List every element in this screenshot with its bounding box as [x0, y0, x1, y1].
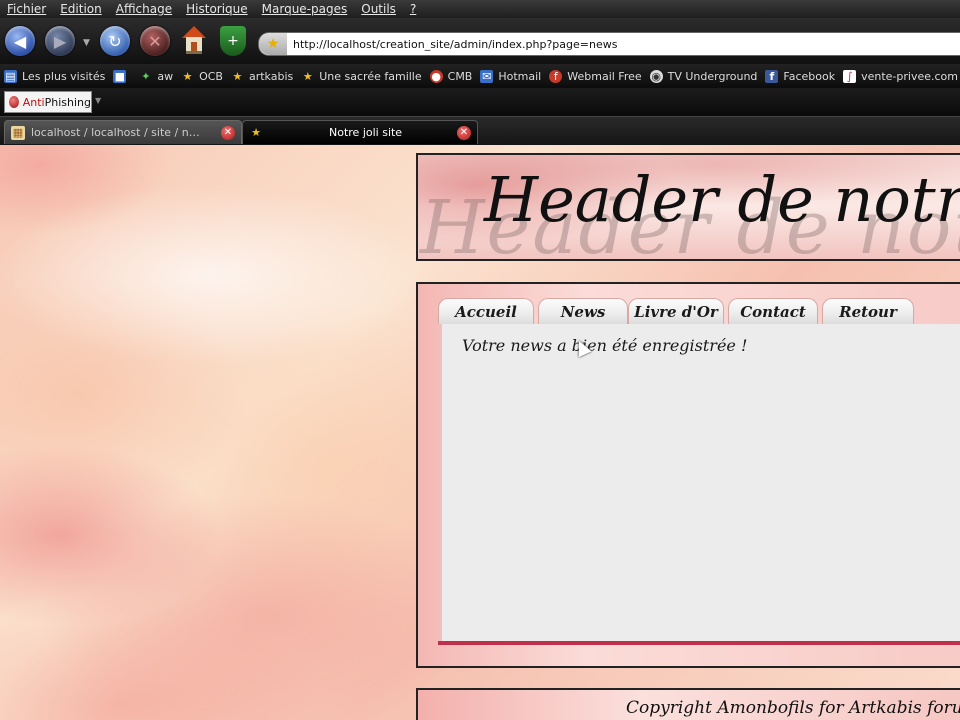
antiphishing-prefix: Anti [22, 95, 45, 109]
close-icon: ✕ [148, 31, 162, 51]
content-panel: Votre news a bien été enregistrée ! [438, 324, 960, 642]
bookmark-cmb[interactable]: ● CMB [429, 69, 472, 83]
home-button[interactable] [180, 24, 208, 56]
stop-button[interactable]: ✕ [140, 26, 170, 56]
arrow-left-icon: ◀ [13, 31, 27, 51]
hotmail-icon: ✉ [480, 69, 494, 83]
blue-square-icon: ■ [113, 69, 127, 83]
bookmark-une-sacree-famille[interactable]: ★ Une sacrée famille [301, 69, 422, 83]
facebook-icon: f [765, 69, 779, 83]
menu-bar: Fichier Edition Affichage Historique Mar… [0, 0, 960, 18]
status-message: Votre news a bien été enregistrée ! [462, 336, 748, 355]
nav-contact[interactable]: Contact [728, 298, 818, 324]
url-input[interactable]: http://localhost/creation_site/admin/ind… [293, 38, 617, 51]
bookmarks-toolbar: ▤ Les plus visités ■ ✦ aw ★ OCB ★ artkabis ★… [0, 64, 960, 88]
nav-livre-dor[interactable]: Livre d'Or [628, 298, 724, 324]
arrow-right-icon: ▶ [53, 31, 67, 51]
antiphishing-suffix: Phishing [44, 95, 91, 109]
bookmark-aw[interactable]: ✦ aw [139, 70, 173, 83]
bookmark-star-icon[interactable]: ★ [259, 33, 287, 55]
tab-localhost[interactable]: ▦ localhost / localhost / site / news | … [4, 120, 242, 144]
menu-affichage[interactable]: Affichage [116, 2, 172, 16]
menu-edition[interactable]: Edition [60, 2, 102, 16]
tab-title: Notre joli site [329, 126, 403, 139]
reload-icon: ↻ [108, 31, 122, 51]
bookmark-tv-underground[interactable]: ◉ TV Underground [649, 69, 757, 83]
red-logo-icon: ● [429, 69, 443, 83]
addon-toolbar: AntiPhishing ▼ [0, 88, 960, 116]
green-sparkle-icon: ✦ [141, 69, 151, 83]
bookmark-facebook[interactable]: f Facebook [765, 69, 835, 83]
bookmark-vente-privee[interactable]: ∫ vente-privee.com [843, 69, 958, 83]
tv-icon: ◉ [649, 69, 663, 83]
free-icon: f [549, 69, 563, 83]
web-page: Header de notre Header de notre Accueil … [0, 145, 960, 720]
reload-button[interactable]: ↻ [100, 26, 130, 56]
bookmark-blue-square[interactable]: ■ [113, 69, 131, 83]
star-favicon-icon: ★ [251, 125, 261, 139]
star-icon: ★ [302, 69, 313, 83]
vente-privee-icon: ∫ [843, 69, 857, 83]
nav-news[interactable]: News [538, 298, 628, 324]
address-bar[interactable]: ★ http://localhost/creation_site/admin/i… [258, 32, 960, 56]
menu-outils[interactable]: Outils [361, 2, 396, 16]
star-icon: ★ [182, 69, 193, 83]
footer-copyright: Copyright Amonbofils for Artkabis foruma… [626, 698, 960, 718]
forward-button[interactable]: ▶ [45, 26, 75, 56]
content-box: Accueil News Livre d'Or Contact Retour V… [416, 282, 960, 668]
phpmyadmin-favicon-icon: ▦ [11, 125, 25, 140]
close-tab-icon[interactable]: ✕ [221, 126, 235, 140]
bookmark-artkabis[interactable]: ★ artkabis [231, 69, 294, 83]
history-dropdown-icon[interactable]: ▼ [83, 38, 90, 48]
bookmark-les-plus-visites[interactable]: ▤ Les plus visités [4, 69, 105, 83]
bookmark-webmail-free[interactable]: f Webmail Free [549, 69, 642, 83]
header-title: Header de notre [484, 163, 960, 236]
antiphishing-icon [9, 96, 19, 108]
close-tab-icon[interactable]: ✕ [457, 126, 471, 140]
tab-bar: ▦ localhost / localhost / site / news | … [0, 116, 960, 145]
nav-retour[interactable]: Retour [822, 298, 914, 324]
menu-historique[interactable]: Historique [186, 2, 248, 16]
navigation-toolbar: ◀ ▶ ▼ ↻ ✕ + ★ http://localhost/creation_… [0, 18, 960, 64]
bookmarks-icon: ▤ [4, 69, 17, 83]
tab-notre-joli-site[interactable]: ★ Notre joli site ✕ [242, 120, 478, 144]
back-button[interactable]: ◀ [5, 26, 35, 56]
nav-accueil[interactable]: Accueil [438, 298, 534, 324]
content-divider [438, 641, 960, 645]
menu-help[interactable]: ? [410, 2, 416, 16]
star-icon: ★ [232, 69, 243, 83]
menu-fichier[interactable]: Fichier [7, 2, 46, 16]
site-nav: Accueil News Livre d'Or Contact Retour [438, 298, 960, 324]
site-footer: Copyright Amonbofils for Artkabis foruma… [416, 688, 960, 720]
antiphishing-button[interactable]: AntiPhishing [4, 91, 92, 113]
shield-plus-icon: + [227, 33, 239, 49]
chevron-down-icon[interactable]: ▼ [95, 96, 101, 105]
bookmark-ocb[interactable]: ★ OCB [181, 70, 223, 83]
security-shield-button[interactable]: + [220, 26, 246, 56]
menu-marque-pages[interactable]: Marque-pages [262, 2, 348, 16]
tab-title: localhost / localhost / site / news | ..… [31, 126, 201, 139]
bookmark-hotmail[interactable]: ✉ Hotmail [480, 69, 541, 83]
site-header: Header de notre Header de notre [416, 153, 960, 261]
